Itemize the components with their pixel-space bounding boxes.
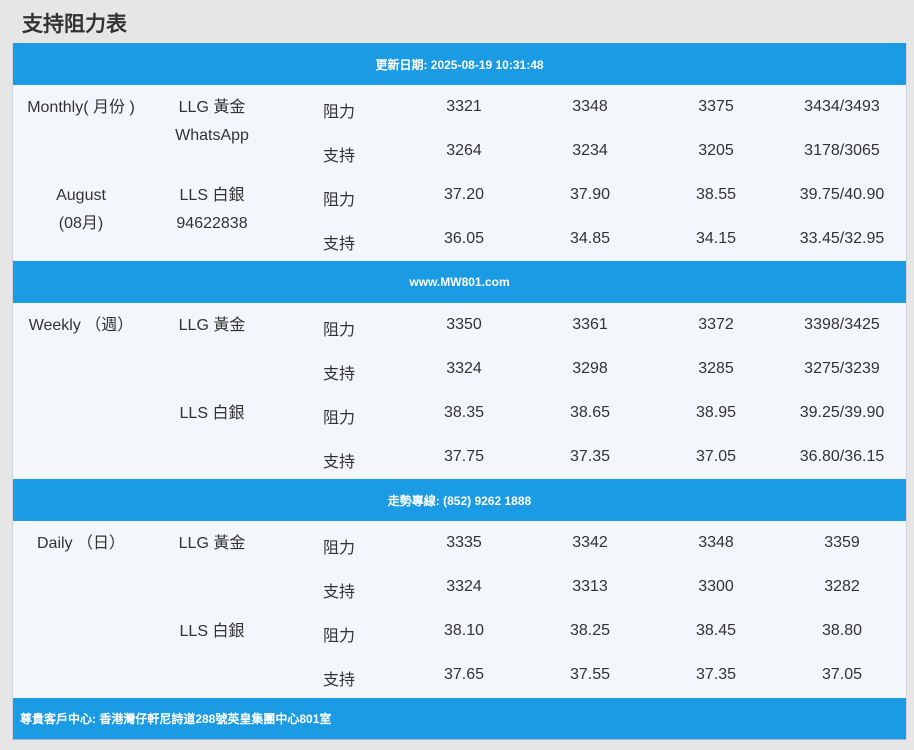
level-1: 37.75 [443, 448, 485, 465]
row-kind: 支持 [323, 236, 356, 253]
support-resistance-table: 更新日期: 2025-08-19 10:31:48 Monthly( 月份 ) … [12, 43, 907, 740]
silver-label: LLS 白銀 [179, 405, 245, 422]
silver-label: LLS 白銀 [179, 623, 245, 640]
row-kind: 阻力 [323, 540, 356, 557]
monthly-section: Monthly( 月份 ) August (08月) LLG 黃金 WhatsA… [13, 85, 906, 261]
gold-label: LLG 黃金 [178, 99, 246, 116]
level-1: 3335 [446, 534, 482, 551]
weekly-section: Weekly （週） LLG 黃金 LLS 白銀 阻力 3350 3361 33… [13, 303, 906, 479]
period-label: Daily （日） [36, 535, 125, 552]
level-4: 39.25/39.90 [799, 404, 885, 421]
level-2: 38.65 [569, 404, 611, 421]
level-3: 38.45 [695, 622, 737, 639]
level-3: 3375 [698, 98, 734, 115]
level-2: 3298 [572, 360, 608, 377]
level-2: 34.85 [569, 230, 611, 247]
period-label: Monthly( 月份 ) [27, 99, 135, 116]
level-3: 3348 [698, 534, 734, 551]
row-kind: 阻力 [323, 192, 356, 209]
row-kind: 阻力 [323, 322, 356, 339]
level-3: 3285 [698, 360, 734, 377]
level-1: 37.20 [443, 186, 485, 203]
level-4: 33.45/32.95 [799, 230, 885, 247]
row-kind: 阻力 [323, 104, 356, 121]
whatsapp-number: 94622838 [176, 215, 248, 232]
row-kind: 支持 [323, 454, 356, 471]
level-3: 3372 [698, 316, 734, 333]
row-kind: 阻力 [323, 410, 356, 427]
level-3: 34.15 [695, 230, 737, 247]
silver-label: LLS 白銀 [179, 187, 245, 204]
level-4: 38.80 [821, 622, 863, 639]
level-4: 36.80/36.15 [799, 448, 885, 465]
level-2: 38.25 [569, 622, 611, 639]
hotline-banner: 走勢專線: (852) 9262 1888 [13, 479, 906, 521]
level-2: 37.35 [569, 448, 611, 465]
address-banner: 尊貴客戶中心: 香港灣仔軒尼詩道288號英皇集團中心801室 [13, 698, 906, 740]
level-3: 3300 [698, 578, 734, 595]
level-3: 38.55 [695, 186, 737, 203]
update-date-banner: 更新日期: 2025-08-19 10:31:48 [13, 43, 906, 85]
level-3: 37.05 [695, 448, 737, 465]
level-4: 3359 [824, 534, 860, 551]
gold-label: LLG 黃金 [178, 535, 246, 552]
gold-label: LLG 黃金 [178, 317, 246, 334]
period-label: Weekly （週） [28, 317, 134, 334]
row-kind: 支持 [323, 584, 356, 601]
level-2: 3313 [572, 578, 608, 595]
level-3: 37.35 [695, 666, 737, 683]
level-4: 3275/3239 [804, 360, 880, 377]
level-4: 39.75/40.90 [799, 186, 885, 203]
level-3: 3205 [698, 142, 734, 159]
level-1: 3324 [446, 360, 482, 377]
level-4: 37.05 [821, 666, 863, 683]
daily-section: Daily （日） LLG 黃金 LLS 白銀 阻力 3335 3342 334… [13, 521, 906, 697]
level-2: 37.55 [569, 666, 611, 683]
level-1: 38.35 [443, 404, 485, 421]
level-3: 38.95 [695, 404, 737, 421]
level-4: 3398/3425 [804, 316, 880, 333]
level-2: 3234 [572, 142, 608, 159]
row-kind: 支持 [323, 672, 356, 689]
level-4: 3434/3493 [804, 98, 880, 115]
level-1: 38.10 [443, 622, 485, 639]
level-1: 3350 [446, 316, 482, 333]
level-2: 37.90 [569, 186, 611, 203]
level-1: 3264 [446, 142, 482, 159]
month-number: (08月) [58, 215, 104, 232]
level-1: 3321 [446, 98, 482, 115]
level-4: 3178/3065 [804, 142, 880, 159]
level-1: 37.65 [443, 666, 485, 683]
level-2: 3342 [572, 534, 608, 551]
level-4: 3282 [824, 578, 860, 595]
row-kind: 支持 [323, 148, 356, 165]
page-title: 支持阻力表 [22, 13, 127, 36]
website-banner: www.MW801.com [13, 261, 906, 303]
level-1: 3324 [446, 578, 482, 595]
level-1: 36.05 [443, 230, 485, 247]
row-kind: 阻力 [323, 628, 356, 645]
row-kind: 支持 [323, 366, 356, 383]
level-2: 3361 [572, 316, 608, 333]
whatsapp-label: WhatsApp [175, 127, 249, 144]
level-2: 3348 [572, 98, 608, 115]
month-name: August [56, 187, 106, 204]
